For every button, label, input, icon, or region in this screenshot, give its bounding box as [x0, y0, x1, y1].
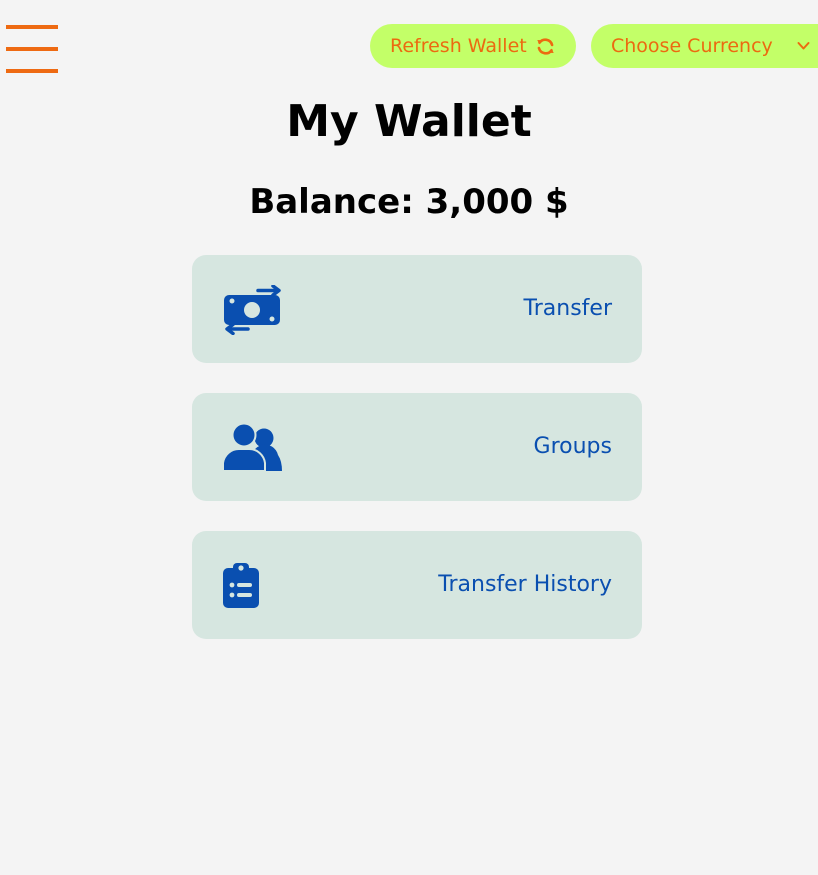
- currency-select[interactable]: Choose Currency: [591, 24, 818, 68]
- transfer-label: Transfer: [523, 296, 612, 321]
- groups-button[interactable]: Groups: [192, 393, 642, 501]
- clipboard-list-icon: [223, 563, 259, 608]
- transfer-history-label: Transfer History: [438, 572, 612, 597]
- groups-label: Groups: [533, 434, 612, 459]
- refresh-icon: [537, 38, 554, 55]
- refresh-wallet-label: Refresh Wallet: [390, 35, 527, 57]
- transfer-button[interactable]: Transfer: [192, 255, 642, 363]
- menu-button[interactable]: [6, 25, 58, 76]
- menu-icon-bar: [6, 47, 58, 51]
- users-icon: [222, 423, 282, 471]
- transfer-history-button[interactable]: Transfer History: [192, 531, 642, 639]
- chevron-down-icon: [797, 42, 810, 50]
- page-title: My Wallet: [286, 96, 532, 147]
- currency-select-label: Choose Currency: [611, 35, 773, 57]
- money-transfer-icon: [224, 285, 281, 335]
- menu-icon-bar: [6, 25, 58, 29]
- menu-icon-bar: [6, 69, 58, 73]
- balance-text: Balance: 3,000 $: [249, 182, 569, 222]
- refresh-wallet-button[interactable]: Refresh Wallet: [370, 24, 576, 68]
